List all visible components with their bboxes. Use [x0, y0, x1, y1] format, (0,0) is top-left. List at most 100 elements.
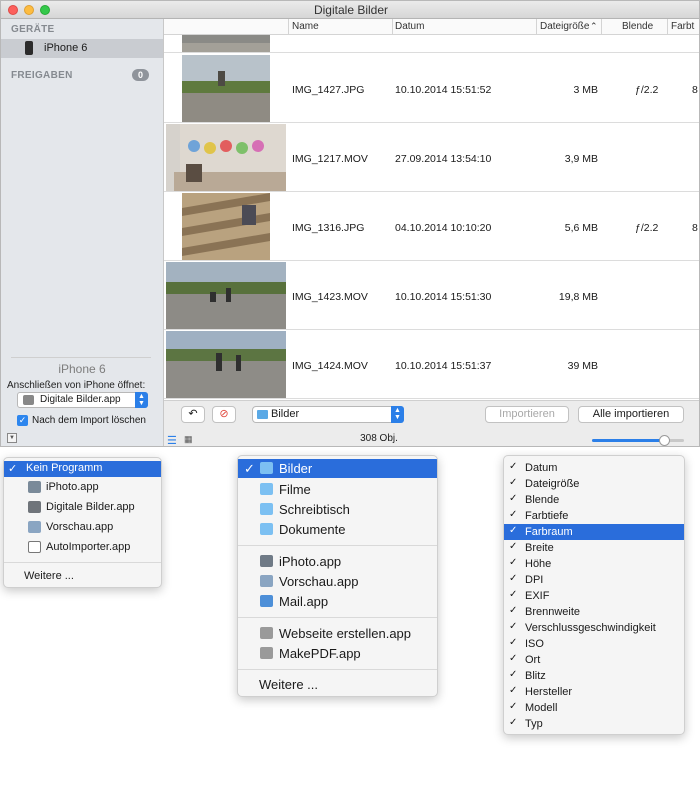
- bottom-toolbar: ↶ ⊘ Bilder ▲ ▼ Importieren Alle importier…: [164, 400, 699, 446]
- folder-icon: [260, 483, 273, 495]
- menu-item-iphoto[interactable]: iPhoto.app: [238, 551, 437, 571]
- menu-item-column[interactable]: ✓ Hersteller: [504, 684, 684, 700]
- menu-separator: [4, 562, 161, 563]
- menu-item-bilder[interactable]: ✓ Bilder: [238, 459, 437, 478]
- delete-after-import-label: Nach dem Import löschen: [32, 415, 146, 426]
- device-caption: iPhone 6: [58, 362, 106, 376]
- thumbnail-size-slider[interactable]: [592, 435, 684, 446]
- menu-item-column[interactable]: ✓ Blitz: [504, 668, 684, 684]
- close-window-button[interactable]: [8, 5, 18, 15]
- menu-item-column[interactable]: ✓ Farbraum: [504, 524, 684, 540]
- column-size[interactable]: Dateigröße: [540, 21, 589, 32]
- menu-item-column[interactable]: ✓ Brennweite: [504, 604, 684, 620]
- menu-item-column[interactable]: ✓ Höhe: [504, 556, 684, 572]
- menu-item-filme[interactable]: Filme: [238, 479, 437, 499]
- import-button[interactable]: Importieren: [485, 406, 569, 423]
- file-name: IMG_1217.MOV: [292, 153, 368, 165]
- menu-item-other[interactable]: Weitere ...: [238, 674, 437, 694]
- menu-item-webseite[interactable]: Webseite erstellen.app: [238, 623, 437, 643]
- menu-item-column[interactable]: ✓ Blende: [504, 492, 684, 508]
- table-row[interactable]: IMG_1217.MOV 27.09.2014 13:54:10 3,9 MB: [164, 123, 699, 192]
- menu-separator: [238, 617, 437, 618]
- file-extra: 8: [692, 222, 698, 234]
- menu-item-column[interactable]: ✓ EXIF: [504, 588, 684, 604]
- menu-item-label: Blitz: [525, 670, 546, 682]
- delete-after-import-checkbox[interactable]: ✓: [17, 415, 28, 426]
- menu-item-column[interactable]: ✓ Farbtiefe: [504, 508, 684, 524]
- file-list: Name Datum Dateigröße ⌃ Blende Farbt IMG…: [164, 19, 699, 400]
- menu-item-label: Brennweite: [525, 606, 581, 618]
- video-thumbnail: [166, 331, 286, 398]
- menu-item-column[interactable]: ✓ Verschlussgeschwindigkeit: [504, 620, 684, 636]
- slider-knob[interactable]: [658, 435, 670, 446]
- table-row-partial[interactable]: [164, 35, 699, 53]
- checkmark-icon: ✓: [509, 621, 518, 632]
- checkmark-icon: ✓: [509, 669, 518, 680]
- menu-separator: [238, 545, 437, 546]
- menu-item-label: Farbtiefe: [525, 510, 569, 522]
- table-row[interactable]: IMG_1316.JPG 04.10.2014 10:10:20 5,6 MB …: [164, 192, 699, 261]
- digitale-bilder-icon: [28, 501, 41, 513]
- checkmark-icon: ✓: [509, 701, 518, 712]
- file-size: 3,9 MB: [564, 153, 598, 165]
- zoom-window-button[interactable]: [40, 5, 50, 15]
- menu-item-label: ISO: [525, 638, 544, 650]
- sidebar-options-toggle[interactable]: ▼: [7, 433, 17, 443]
- column-date[interactable]: Datum: [395, 21, 424, 32]
- menu-item-other[interactable]: Weitere ...: [4, 568, 161, 585]
- menu-item-column[interactable]: ✓ Dateigröße: [504, 476, 684, 492]
- file-size: 5,6 MB: [564, 222, 598, 234]
- table-row[interactable]: IMG_1424.MOV 10.10.2014 15:51:37 39 MB: [164, 330, 699, 399]
- menu-item-column[interactable]: ✓ Ort: [504, 652, 684, 668]
- folder-icon: [260, 503, 273, 515]
- menu-item-vorschau[interactable]: Vorschau.app: [4, 518, 161, 537]
- iphoto-icon: [260, 555, 273, 567]
- menu-item-no-app[interactable]: ✓ Kein Programm: [4, 461, 161, 477]
- sidebar-item-iphone[interactable]: iPhone 6: [1, 39, 163, 58]
- menu-item-autoimporter[interactable]: AutoImporter.app: [4, 538, 161, 557]
- rotate-left-button[interactable]: ↶: [181, 406, 205, 423]
- checkmark-icon: ✓: [509, 525, 518, 536]
- import-all-button[interactable]: Alle importieren: [578, 406, 684, 423]
- checkmark-icon: ✓: [509, 573, 518, 584]
- menu-item-makepdf[interactable]: MakePDF.app: [238, 643, 437, 663]
- mail-icon: [260, 595, 273, 607]
- menu-item-column[interactable]: ✓ DPI: [504, 572, 684, 588]
- minimize-window-button[interactable]: [24, 5, 34, 15]
- menu-item-column[interactable]: ✓ Modell: [504, 700, 684, 716]
- checkmark-icon: ✓: [509, 477, 518, 488]
- menu-item-vorschau[interactable]: Vorschau.app: [238, 571, 437, 591]
- menu-item-column[interactable]: ✓ Breite: [504, 540, 684, 556]
- table-row[interactable]: IMG_1427.JPG 10.10.2014 15:51:52 3 MB ƒ/…: [164, 54, 699, 123]
- menu-item-label: Dateigröße: [525, 478, 580, 490]
- menu-item-digitale-bilder[interactable]: Digitale Bilder.app: [4, 498, 161, 517]
- menu-item-schreibtisch[interactable]: Schreibtisch: [238, 499, 437, 519]
- file-size: 39 MB: [567, 360, 598, 372]
- menu-item-column[interactable]: ✓ Datum: [504, 460, 684, 476]
- vorschau-icon: [260, 575, 273, 587]
- item-count: 308 Obj.: [360, 433, 398, 444]
- delete-button[interactable]: ⊘: [212, 406, 236, 423]
- column-extra[interactable]: Farbt: [671, 21, 694, 32]
- table-row[interactable]: IMG_1423.MOV 10.10.2014 15:51:30 19,8 MB: [164, 261, 699, 330]
- photo-thumbnail: [182, 35, 270, 52]
- menu-item-dokumente[interactable]: Dokumente: [238, 519, 437, 539]
- menu-item-column[interactable]: ✓ ISO: [504, 636, 684, 652]
- column-aperture[interactable]: Blende: [622, 21, 653, 32]
- checkmark-icon: ✓: [509, 509, 518, 520]
- menu-item-label: Typ: [525, 718, 543, 730]
- menu-item-iphoto[interactable]: iPhoto.app: [4, 478, 161, 497]
- import-folder-popup[interactable]: Bilder ▲ ▼: [252, 406, 404, 423]
- column-name[interactable]: Name: [292, 21, 319, 32]
- menu-item-label: Verschlussgeschwindigkeit: [525, 622, 656, 634]
- file-name: IMG_1316.JPG: [292, 222, 365, 234]
- shares-header: FREIGABEN: [11, 70, 73, 81]
- open-with-popup[interactable]: Digitale Bilder.app ▲ ▼: [17, 392, 148, 408]
- file-aperture: ƒ/2.2: [635, 222, 659, 234]
- menu-item-mail[interactable]: Mail.app: [238, 591, 437, 611]
- checkmark-icon: ✓: [244, 461, 255, 476]
- file-size: 3 MB: [573, 84, 598, 96]
- popup-arrows-icon: ▲ ▼: [391, 406, 404, 423]
- autoimporter-icon: [28, 541, 41, 553]
- menu-item-column[interactable]: ✓ Typ: [504, 716, 684, 732]
